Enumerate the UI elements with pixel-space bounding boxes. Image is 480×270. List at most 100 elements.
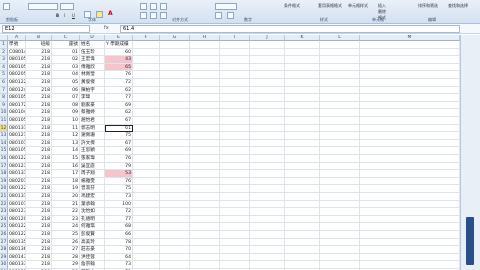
cell-k15[interactable]: [285, 147, 320, 155]
name-box[interactable]: E12: [2, 25, 90, 33]
cell-i18[interactable]: [220, 170, 250, 178]
cell-k28[interactable]: [285, 246, 320, 254]
row-header[interactable]: 5: [0, 71, 8, 79]
cell-i6[interactable]: [220, 79, 250, 87]
cell-l23[interactable]: [320, 208, 360, 216]
cell-j27[interactable]: [250, 238, 285, 247]
cell-b24[interactable]: 218: [26, 215, 52, 224]
cell-b13[interactable]: 218: [26, 132, 52, 140]
row-header[interactable]: 6: [0, 79, 8, 87]
cell-i27[interactable]: [220, 238, 250, 247]
cell-k8[interactable]: [285, 94, 320, 102]
cell-g30[interactable]: [160, 261, 190, 269]
find-select-button[interactable]: 查找和选择: [448, 2, 476, 10]
cell-i12[interactable]: [220, 124, 250, 133]
cell-d17[interactable]: 吳宜庭: [80, 162, 105, 171]
row-header[interactable]: 15: [0, 147, 8, 155]
cell-l1[interactable]: [320, 41, 360, 49]
cell-f18[interactable]: [133, 170, 160, 178]
cell-g3[interactable]: [160, 56, 190, 64]
cell-d11[interactable]: 趙怡君: [80, 117, 105, 125]
cell-b14[interactable]: 218: [26, 139, 52, 148]
cell-l8[interactable]: [320, 94, 360, 102]
cell-h17[interactable]: [190, 162, 220, 171]
cell-c1[interactable]: 座號: [52, 41, 80, 49]
cell-m27[interactable]: [360, 238, 460, 247]
row-header[interactable]: 13: [0, 132, 8, 140]
cell-d22[interactable]: 葉承翰: [80, 200, 105, 209]
cell-j4[interactable]: [250, 63, 285, 72]
cell-d13[interactable]: 謝佩珊: [80, 132, 105, 140]
cell-d20[interactable]: 曾淑芬: [80, 185, 105, 193]
cell-g16[interactable]: [160, 155, 190, 163]
cell-f26[interactable]: [133, 231, 160, 239]
cell-m3[interactable]: [360, 56, 460, 64]
cell-i13[interactable]: [220, 132, 250, 140]
cell-k30[interactable]: [285, 261, 320, 269]
cell-m23[interactable]: [360, 208, 460, 216]
cell-f21[interactable]: [133, 193, 160, 201]
cell-l17[interactable]: [320, 162, 360, 171]
cell-b20[interactable]: 218: [26, 185, 52, 193]
row-header[interactable]: 19: [0, 177, 8, 186]
row-header[interactable]: 7: [0, 86, 8, 95]
cell-m28[interactable]: [360, 246, 460, 254]
cell-e18[interactable]: 53: [105, 170, 133, 178]
cell-j11[interactable]: [250, 117, 285, 125]
row-header[interactable]: 14: [0, 139, 8, 148]
cell-k1[interactable]: [285, 41, 320, 49]
cell-l20[interactable]: [320, 185, 360, 193]
cell-b27[interactable]: 218: [26, 238, 52, 247]
align-top-icon[interactable]: [140, 3, 147, 10]
cell-i19[interactable]: [220, 177, 250, 186]
cell-b29[interactable]: 218: [26, 253, 52, 262]
cell-j2[interactable]: [250, 48, 285, 57]
cell-j18[interactable]: [250, 170, 285, 178]
cell-h20[interactable]: [190, 185, 220, 193]
cell-c30[interactable]: 29: [52, 261, 80, 269]
cell-d5[interactable]: 林佩瑩: [80, 71, 105, 79]
cell-h1[interactable]: [190, 41, 220, 49]
row-header[interactable]: 10: [0, 109, 8, 117]
cell-h16[interactable]: [190, 155, 220, 163]
cell-l13[interactable]: [320, 132, 360, 140]
cell-k14[interactable]: [285, 139, 320, 148]
cell-k10[interactable]: [285, 109, 320, 117]
cell-h15[interactable]: [190, 147, 220, 155]
cell-k29[interactable]: [285, 253, 320, 262]
cell-c14[interactable]: 13: [52, 139, 80, 148]
cell-j8[interactable]: [250, 94, 285, 102]
cell-k23[interactable]: [285, 208, 320, 216]
cell-g21[interactable]: [160, 193, 190, 201]
cell-i23[interactable]: [220, 208, 250, 216]
cell-e3[interactable]: 43: [105, 56, 133, 64]
cell-c11[interactable]: 10: [52, 117, 80, 125]
cell-d21[interactable]: 馮建宏: [80, 193, 105, 201]
cell-d27[interactable]: 高美玲: [80, 238, 105, 247]
cell-i26[interactable]: [220, 231, 250, 239]
row-header[interactable]: 21: [0, 193, 8, 201]
cell-l24[interactable]: [320, 215, 360, 224]
cell-f3[interactable]: [133, 56, 160, 64]
cell-i21[interactable]: [220, 193, 250, 201]
cell-c13[interactable]: 12: [52, 132, 80, 140]
cell-j29[interactable]: [250, 253, 285, 262]
cell-f28[interactable]: [133, 246, 160, 254]
cell-h18[interactable]: [190, 170, 220, 178]
cell-k25[interactable]: [285, 223, 320, 231]
cell-l4[interactable]: [320, 63, 360, 72]
cell-f29[interactable]: [133, 253, 160, 262]
cell-e15[interactable]: 69: [105, 147, 133, 155]
cell-h2[interactable]: [190, 48, 220, 57]
row-header[interactable]: 18: [0, 170, 8, 178]
cell-b12[interactable]: 218: [26, 124, 52, 133]
cell-l6[interactable]: [320, 79, 360, 87]
cell-c10[interactable]: 09: [52, 109, 80, 117]
align-center-icon[interactable]: [150, 12, 157, 19]
cell-c20[interactable]: 19: [52, 185, 80, 193]
cell-d19[interactable]: 楊雅雯: [80, 177, 105, 186]
cell-j25[interactable]: [250, 223, 285, 231]
vertical-scrollbar[interactable]: [460, 35, 480, 270]
cell-l11[interactable]: [320, 117, 360, 125]
cell-a29[interactable]: 0801430: [8, 253, 26, 262]
